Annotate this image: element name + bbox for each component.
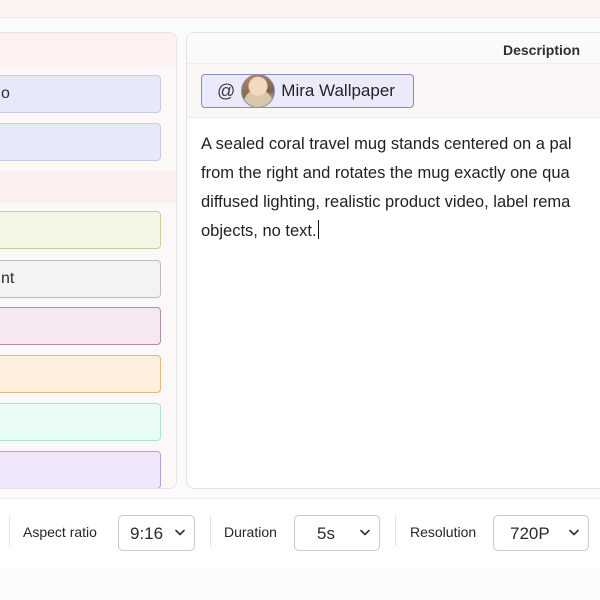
resolution-select[interactable]: 720P xyxy=(493,515,589,551)
option-chip[interactable] xyxy=(0,403,161,441)
divider xyxy=(395,516,396,546)
mention-chip[interactable]: @ Mira Wallpaper xyxy=(201,74,414,108)
duration-select[interactable]: 5s xyxy=(294,515,380,551)
text-caret xyxy=(317,220,319,239)
style-options-panel: o nt xyxy=(0,32,177,489)
aspect-ratio-select[interactable]: 9:16 xyxy=(118,515,195,551)
duration-value: 5s xyxy=(317,524,335,543)
duration-label: Duration xyxy=(224,524,277,540)
chevron-down-icon xyxy=(175,529,185,536)
description-header: Description xyxy=(187,33,600,64)
option-chip[interactable] xyxy=(0,123,161,161)
resolution-value: 720P xyxy=(510,524,550,543)
panel-header xyxy=(0,33,176,66)
description-textarea[interactable]: A sealed coral travel mug stands centere… xyxy=(201,130,600,246)
option-chip[interactable]: nt xyxy=(0,260,161,298)
divider xyxy=(9,516,10,546)
avatar xyxy=(241,74,276,108)
mention-bar: @ Mira Wallpaper xyxy=(187,64,600,118)
bottom-strip xyxy=(0,568,600,600)
aspect-ratio-label: Aspect ratio xyxy=(23,524,97,540)
top-strip xyxy=(0,0,600,18)
description-panel: Description @ Mira Wallpaper A sealed co… xyxy=(186,32,600,489)
resolution-label: Resolution xyxy=(410,524,477,540)
description-line-last: objects, no text. xyxy=(201,217,600,246)
description-line: diffused lighting, realistic product vid… xyxy=(201,193,571,211)
description-line: from the right and rotates the mug exact… xyxy=(201,164,570,182)
at-icon: @ xyxy=(217,80,236,101)
description-title: Description xyxy=(503,42,581,58)
mention-name: Mira Wallpaper xyxy=(281,81,395,100)
description-line: A sealed coral travel mug stands centere… xyxy=(201,135,572,153)
section-divider xyxy=(0,171,176,203)
divider xyxy=(210,516,211,546)
option-chip[interactable] xyxy=(0,307,161,345)
description-line-text: objects, no text. xyxy=(201,222,317,240)
option-chip[interactable] xyxy=(0,355,161,393)
option-chip[interactable]: o xyxy=(0,75,161,113)
generation-settings-bar: Aspect ratio 9:16 Duration 5s Resolution… xyxy=(0,498,600,568)
chevron-down-icon xyxy=(360,529,370,536)
chevron-down-icon xyxy=(569,529,579,536)
option-chip[interactable] xyxy=(0,211,161,249)
option-chip[interactable] xyxy=(0,451,161,488)
aspect-ratio-value: 9:16 xyxy=(130,524,164,543)
